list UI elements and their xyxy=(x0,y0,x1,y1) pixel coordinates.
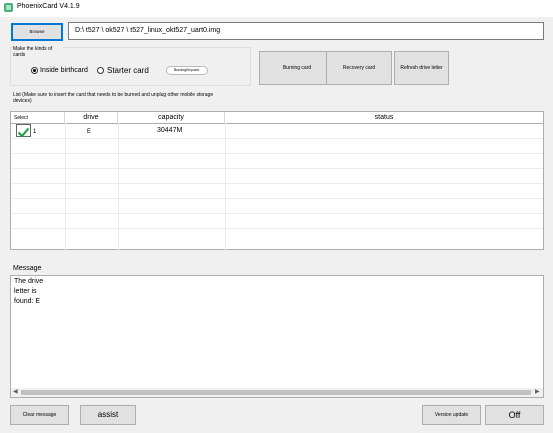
window-title: PhoenixCard V4.1.9 xyxy=(17,3,80,10)
refresh-drive-button[interactable]: Refresh drive letter xyxy=(394,51,449,85)
column-header-select[interactable]: Select xyxy=(11,112,65,123)
assist-button[interactable]: assist xyxy=(80,405,136,425)
column-header-drive[interactable]: drive xyxy=(65,112,118,123)
row-select-checkbox[interactable] xyxy=(16,124,31,138)
row-divider xyxy=(11,183,543,184)
browse-button[interactable]: Browse xyxy=(11,23,63,41)
scrollbar-thumb[interactable] xyxy=(21,390,531,395)
scroll-right-icon[interactable]: ▶ xyxy=(535,388,540,395)
starter-card-label[interactable]: Starter card xyxy=(107,66,149,75)
burning-keycard-label: BurningKeycard xyxy=(174,68,199,72)
header-divider xyxy=(11,123,543,124)
checkmark-icon xyxy=(17,127,30,138)
off-button[interactable]: Off xyxy=(485,405,544,425)
list-label: List (Make sure to insert the card that … xyxy=(13,92,214,104)
radio-selected-dot xyxy=(33,69,36,72)
row-divider xyxy=(11,228,543,229)
column-divider xyxy=(65,123,66,250)
drive-table: Select drive capacity status 1 E 30447M xyxy=(10,111,544,250)
message-label: Message xyxy=(13,265,42,272)
column-header-status[interactable]: status xyxy=(225,112,543,123)
message-text: The drive letter is found: E xyxy=(14,278,44,305)
column-divider xyxy=(225,123,226,250)
row-divider xyxy=(11,213,543,214)
app-icon xyxy=(4,3,13,12)
image-path-field[interactable]: D:\ t527 \ ok527 \ t527_linux_okt527_uar… xyxy=(68,22,544,40)
card-kind-label: Make the kinds of cards xyxy=(13,46,63,58)
title-bar xyxy=(0,0,553,17)
starter-card-radio[interactable] xyxy=(97,67,104,74)
row-divider xyxy=(11,168,543,169)
row-divider xyxy=(11,153,543,154)
clear-message-button[interactable]: Clear message xyxy=(10,405,69,425)
version-update-button[interactable]: Version update xyxy=(422,405,481,425)
burning-card-button[interactable]: Burning card xyxy=(259,51,335,85)
message-log[interactable]: The drive letter is found: E ◀ ▶ xyxy=(10,275,544,398)
scroll-left-icon[interactable]: ◀ xyxy=(13,388,18,395)
row-select-index: 1 xyxy=(33,129,37,135)
column-divider xyxy=(118,123,119,250)
inside-birthcard-label[interactable]: Inside birthcard xyxy=(40,67,88,74)
row-capacity: 30447M xyxy=(157,127,183,134)
row-divider xyxy=(11,198,543,199)
recovery-card-button[interactable]: Recovery card xyxy=(326,51,392,85)
column-header-capacity[interactable]: capacity xyxy=(118,112,225,123)
row-drive: E xyxy=(87,129,92,135)
row-divider xyxy=(11,138,543,139)
